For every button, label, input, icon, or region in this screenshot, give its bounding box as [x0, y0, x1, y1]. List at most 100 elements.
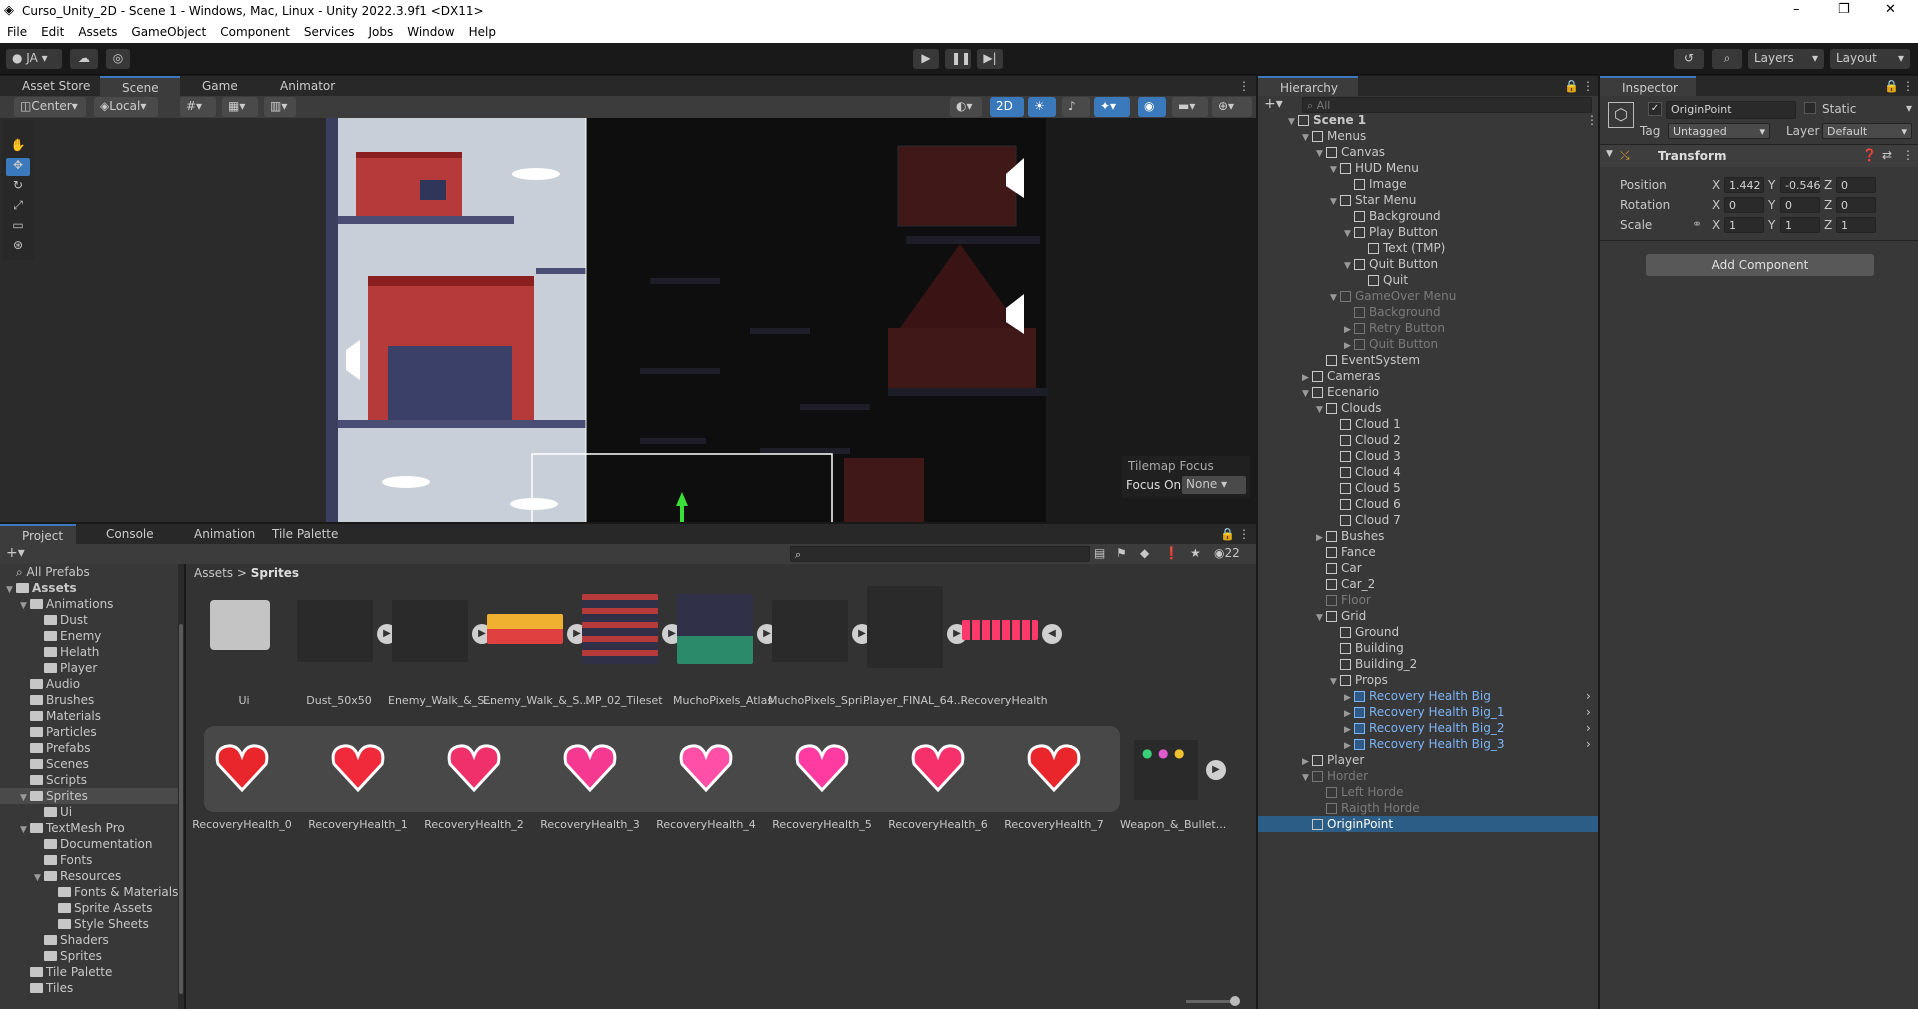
project-tree-item[interactable]: Audio — [0, 676, 178, 692]
project-tree-item[interactable]: Particles — [0, 724, 178, 740]
project-tree-item[interactable]: Fonts & Materials — [0, 884, 178, 900]
hierarchy-item[interactable]: Building_2 — [1258, 656, 1598, 672]
more-menu-icon[interactable]: ⋮ — [1582, 79, 1594, 93]
hierarchy-item[interactable]: Cloud 7 — [1258, 512, 1598, 528]
hidden-count-badge[interactable]: ◉22 — [1214, 546, 1240, 560]
search-by-label-icon[interactable]: ⚑ — [1116, 546, 1127, 560]
menu-component[interactable]: Component — [213, 22, 297, 39]
pos-z-field[interactable]: 0 — [1836, 177, 1876, 193]
hierarchy-item[interactable]: Cloud 2 — [1258, 432, 1598, 448]
hierarchy-item[interactable]: Raigth Horde — [1258, 800, 1598, 816]
project-tree-item[interactable]: ▼ Assets — [0, 580, 178, 596]
asset-label[interactable]: Enemy_Walk_&_S... — [483, 694, 590, 707]
asset-label[interactable]: RecoveryHealth_4 — [656, 818, 756, 831]
project-tree-item[interactable]: ▼ Animations — [0, 596, 178, 612]
heart-sprite-thumbnail[interactable] — [910, 742, 966, 792]
asset-label[interactable]: Enemy_Walk_&_S... — [388, 694, 495, 707]
transform-tool-icon[interactable]: ⊛ — [6, 238, 30, 256]
project-tree-item[interactable]: Enemy — [0, 628, 178, 644]
hierarchy-item[interactable]: Image — [1258, 176, 1598, 192]
pos-y-field[interactable]: -0.546 — [1780, 177, 1820, 193]
hierarchy-item[interactable]: Text (TMP) — [1258, 240, 1598, 256]
rotate-tool-icon[interactable]: ↻ — [6, 178, 30, 196]
search-by-type-icon[interactable]: ▤ — [1094, 546, 1105, 560]
pause-button[interactable]: ❚❚ — [945, 49, 971, 69]
breadcrumb-assets[interactable]: Assets — [194, 566, 233, 580]
gizmos-dropdown-icon[interactable]: ⊕▾ — [1212, 97, 1252, 117]
menu-window[interactable]: Window — [400, 22, 461, 39]
project-tree-item[interactable]: Scenes — [0, 756, 178, 772]
project-tree-item[interactable]: Sprite Assets — [0, 900, 178, 916]
heart-sprite-thumbnail[interactable] — [214, 742, 270, 792]
tab-animator[interactable]: Animator — [258, 76, 348, 96]
asset-label[interactable]: Ui — [198, 694, 290, 707]
maximize-button[interactable]: ❐ — [1838, 2, 1850, 17]
static-dropdown-icon[interactable]: ▾ — [1906, 101, 1912, 115]
lock-icon[interactable]: 🔒 — [1220, 527, 1235, 541]
project-tree-item[interactable]: Ui — [0, 804, 178, 820]
2d-toggle[interactable]: 2D — [990, 97, 1024, 117]
menu-file[interactable]: File — [0, 22, 34, 39]
open-prefab-icon[interactable]: › — [1586, 736, 1591, 752]
project-search-input[interactable]: ⌕ — [790, 546, 1090, 562]
folder-thumbnail[interactable] — [210, 600, 270, 650]
play-button[interactable]: ▶ — [913, 49, 939, 69]
asset-label[interactable]: MP_02_Tileset — [578, 694, 670, 707]
hand-tool-icon[interactable]: ✋ — [6, 138, 30, 156]
history-icon[interactable]: ↺ — [1674, 49, 1704, 69]
asset-label[interactable]: RecoveryHealth_1 — [308, 818, 408, 831]
project-tree-item[interactable]: Helath — [0, 644, 178, 660]
sprite-thumbnail[interactable] — [582, 594, 658, 664]
tab-hierarchy[interactable]: Hierarchy — [1258, 76, 1358, 96]
hierarchy-item[interactable]: ▼ Star Menu — [1258, 192, 1598, 208]
hierarchy-item[interactable]: ▼ Quit Button — [1258, 256, 1598, 272]
object-name-field[interactable]: OriginPoint — [1666, 101, 1796, 119]
hierarchy-item[interactable]: Ground — [1258, 624, 1598, 640]
hierarchy-item[interactable]: Cloud 1 — [1258, 416, 1598, 432]
tab-asset-store[interactable]: Asset Store — [0, 76, 100, 96]
minimize-button[interactable]: – — [1793, 2, 1800, 17]
static-checkbox[interactable] — [1804, 102, 1816, 114]
transform-header[interactable]: ▼ ⤯ Transform ❓ ⇄ ⋮ — [1600, 145, 1918, 167]
effects-toggle-icon[interactable]: ✦▾ — [1094, 97, 1130, 117]
hierarchy-item[interactable]: ▶ Bushes — [1258, 528, 1598, 544]
hierarchy-item[interactable]: Left Horde — [1258, 784, 1598, 800]
hierarchy-item[interactable]: Cloud 5 — [1258, 480, 1598, 496]
open-prefab-icon[interactable]: › — [1586, 720, 1591, 736]
hierarchy-item[interactable]: ▶ Recovery Health Big_1 › — [1258, 704, 1598, 720]
asset-label[interactable]: RecoveryHealth_7 — [1004, 818, 1104, 831]
constrain-proportions-icon[interactable]: ⚭ — [1692, 217, 1702, 231]
lighting-toggle-icon[interactable]: ☀ — [1028, 97, 1056, 117]
rot-z-field[interactable]: 0 — [1836, 197, 1876, 213]
close-button[interactable]: ✕ — [1885, 2, 1896, 17]
tab-scene[interactable]: Scene — [100, 76, 180, 96]
hierarchy-item[interactable]: ▶ Recovery Health Big › — [1258, 688, 1598, 704]
hierarchy-item[interactable]: Cloud 3 — [1258, 448, 1598, 464]
sprite-thumbnail[interactable] — [487, 614, 563, 644]
tab-project[interactable]: Project — [0, 524, 76, 544]
scale-tool-icon[interactable]: ⤢ — [6, 198, 30, 216]
hierarchy-item[interactable]: Car — [1258, 560, 1598, 576]
scale-x-field[interactable]: 1 — [1724, 217, 1764, 233]
tag-dropdown[interactable]: Untagged ▾ — [1668, 123, 1770, 139]
sprite-thumbnail[interactable] — [392, 600, 468, 662]
hierarchy-item[interactable]: EventSystem — [1258, 352, 1598, 368]
hierarchy-item[interactable]: ▶ Retry Button — [1258, 320, 1598, 336]
hierarchy-item[interactable]: ▼ Canvas — [1258, 144, 1598, 160]
project-tree-item[interactable]: Dust — [0, 612, 178, 628]
focus-on-dropdown[interactable]: None ▾ — [1182, 476, 1246, 494]
project-tree-item[interactable]: Sprites — [0, 948, 178, 964]
hierarchy-item[interactable]: Background — [1258, 304, 1598, 320]
hierarchy-item[interactable]: Quit — [1258, 272, 1598, 288]
tree-scrollbar[interactable] — [178, 564, 184, 1009]
project-tree-item[interactable]: Documentation — [0, 836, 178, 852]
hierarchy-item[interactable]: ▼ Play Button — [1258, 224, 1598, 240]
create-plus-icon[interactable]: +▾ — [1264, 96, 1283, 112]
hierarchy-item[interactable]: ▼ Props — [1258, 672, 1598, 688]
more-menu-icon[interactable]: ⋮ — [1238, 527, 1250, 541]
hierarchy-item[interactable]: ▼ Clouds — [1258, 400, 1598, 416]
project-tree-item[interactable]: Scripts — [0, 772, 178, 788]
project-tree-item[interactable]: ▼ Sprites — [0, 788, 178, 804]
search-icon[interactable]: ⌕ — [1712, 49, 1742, 69]
hierarchy-item[interactable]: ▶ Cameras — [1258, 368, 1598, 384]
